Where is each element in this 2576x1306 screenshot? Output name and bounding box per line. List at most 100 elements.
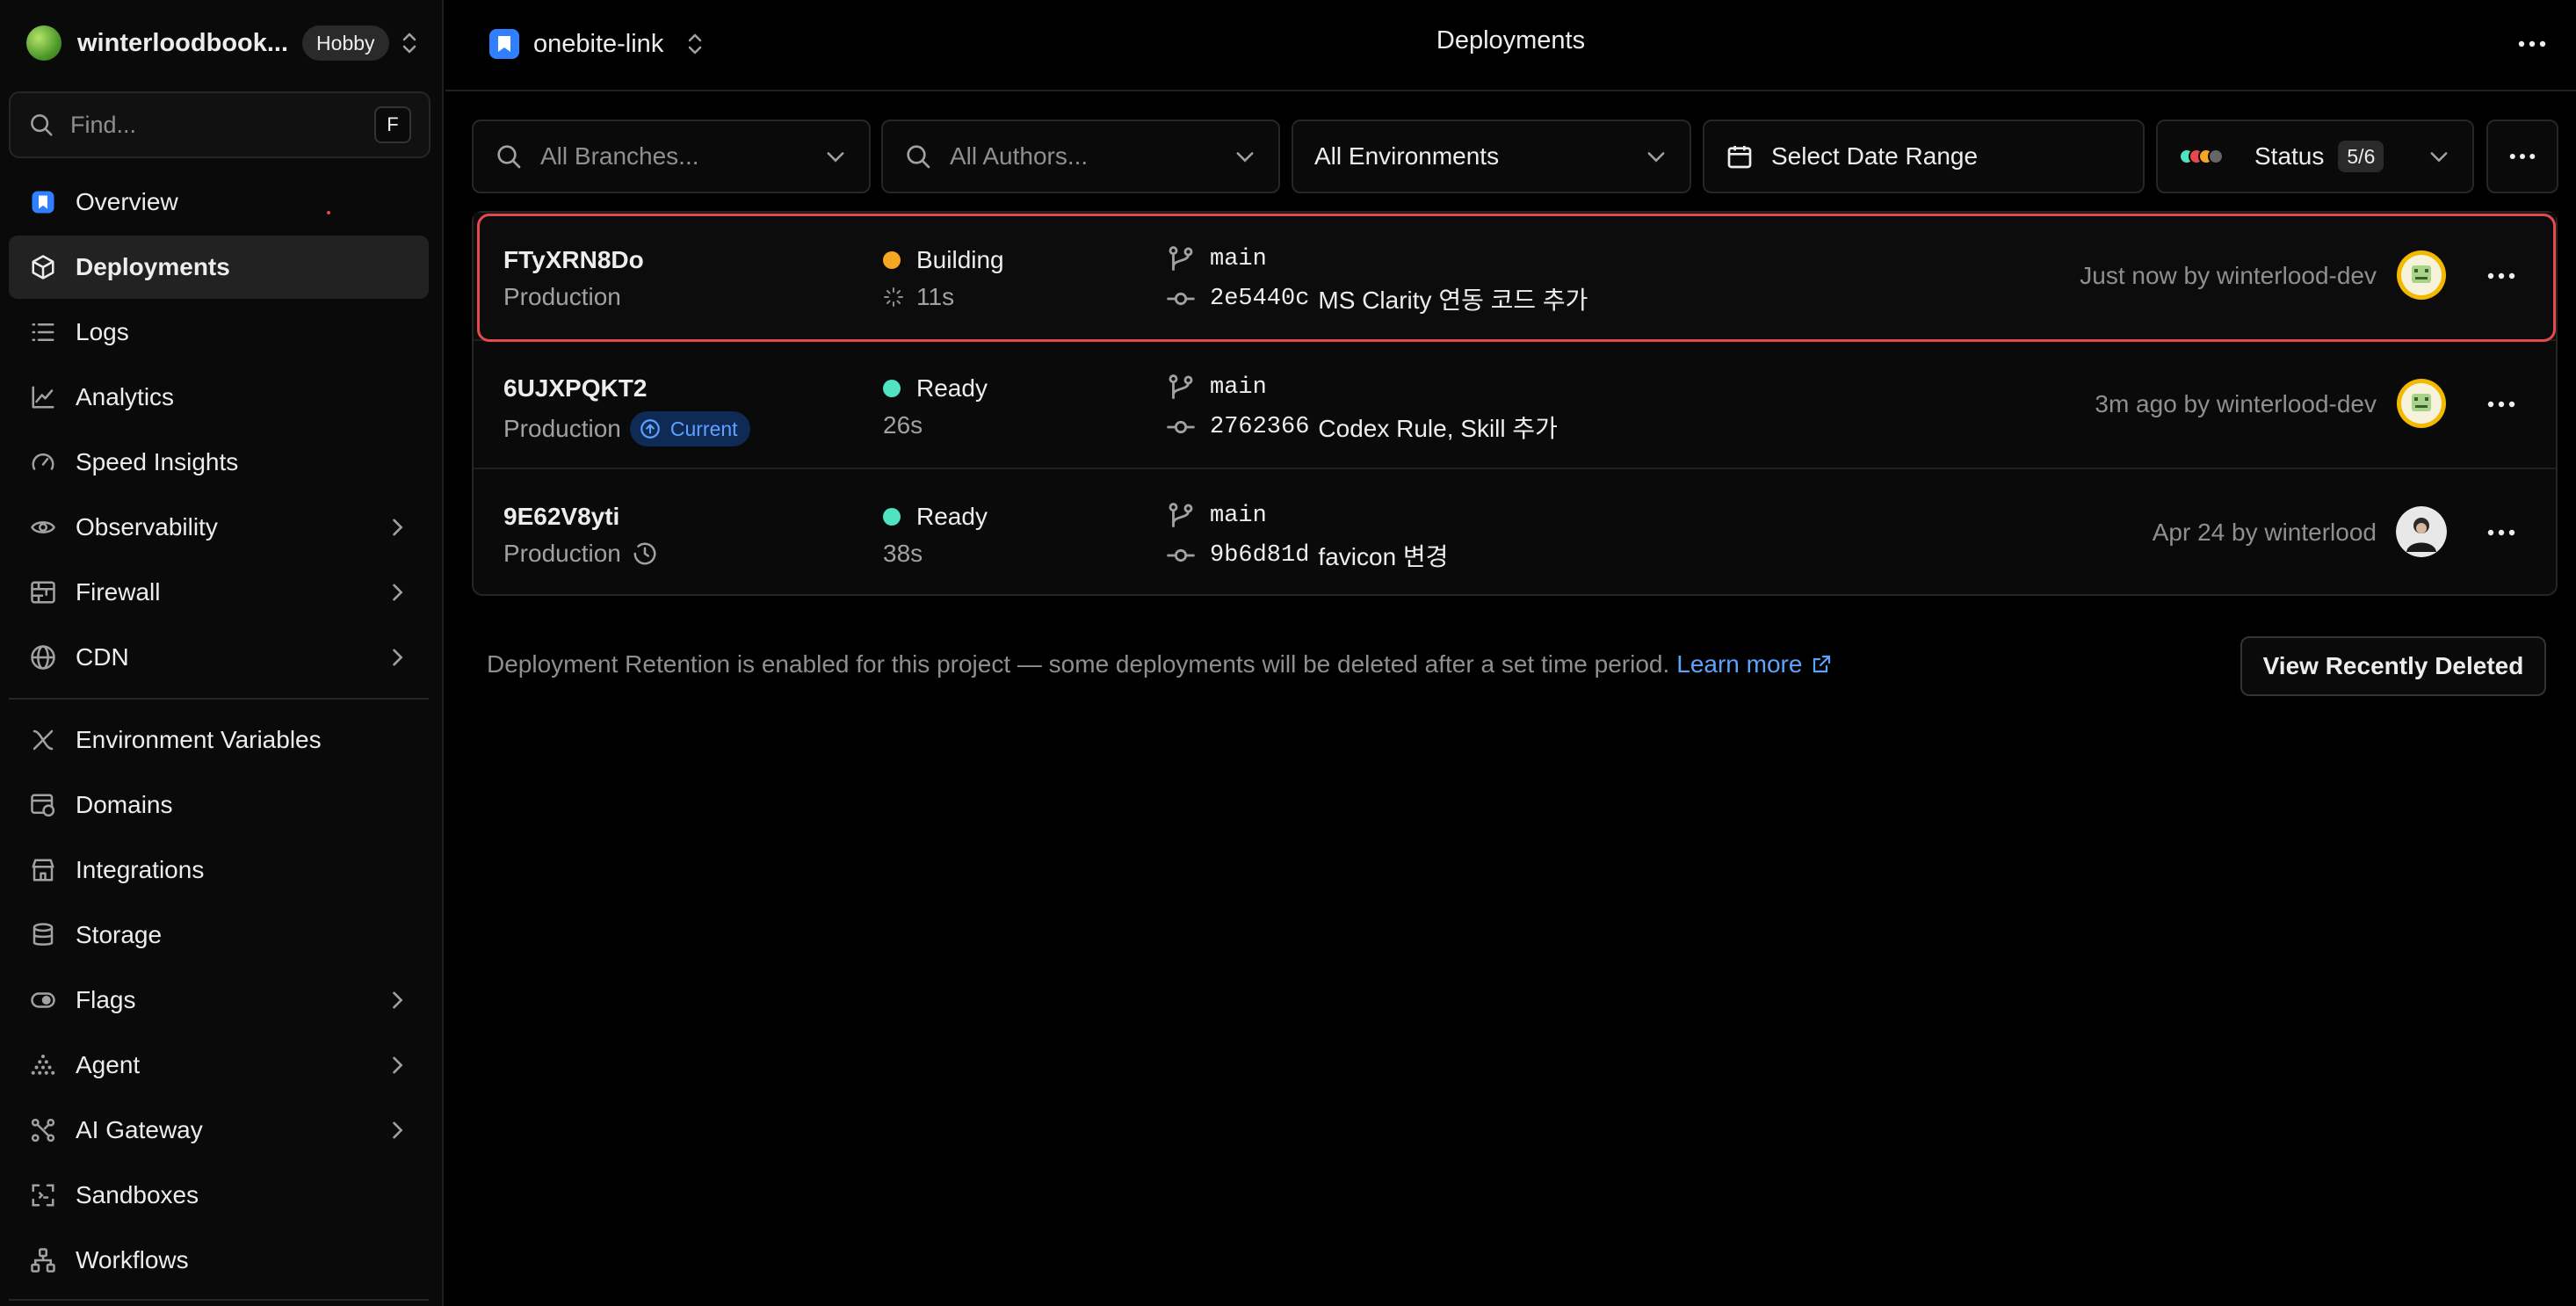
deployment-duration: 26s [883, 411, 923, 439]
sidebar-item-observability[interactable]: Observability [9, 496, 429, 559]
deployment-status: Ready [883, 374, 988, 403]
deployment-meta: Apr 24 by winterlood [2152, 519, 2377, 546]
sidebar-item-label: Logs [76, 318, 129, 345]
deployment-row[interactable]: FTyXRN8Do Production Building 11s main 2… [474, 213, 2556, 339]
sidebar-item-workflows[interactable]: Workflows [9, 1229, 429, 1292]
deployment-status: Ready [883, 503, 988, 531]
git-branch-icon [1166, 373, 1196, 403]
sidebar-item-label: Sandboxes [76, 1181, 199, 1208]
sidebar-item-deployments[interactable]: Deployments [9, 236, 429, 299]
sidebar-item-cdn[interactable]: CDN [9, 626, 429, 689]
filter-more-button[interactable] [2486, 120, 2558, 193]
status-label: Ready [916, 503, 988, 530]
deployment-branch[interactable]: main [1166, 373, 1267, 403]
duration-value: 26s [883, 411, 923, 439]
deployment-id[interactable]: 6UJXPQKT2 [503, 374, 647, 403]
sidebar-item-agent[interactable]: Agent [9, 1034, 429, 1097]
chevron-down-icon [1644, 144, 1668, 169]
sidebar-item-storage[interactable]: Storage [9, 903, 429, 967]
team-name: winterloodbook... [77, 28, 289, 57]
retention-clock-icon [632, 541, 658, 567]
avatar[interactable] [2396, 250, 2447, 301]
branch-filter[interactable]: All Branches... [472, 120, 871, 193]
status-dot [883, 380, 901, 397]
store-icon [28, 855, 58, 885]
more-options-icon [2509, 153, 2536, 160]
deployment-row[interactable]: 9E62V8yti Production Ready 38s main 9b6d… [474, 469, 2556, 596]
sidebar-divider [9, 1299, 429, 1301]
sidebar-item-firewall[interactable]: Firewall [9, 561, 429, 624]
deployment-duration: 11s [883, 283, 954, 311]
sidebar-item-label: AI Gateway [76, 1116, 203, 1143]
spinner-icon [883, 287, 904, 308]
commit-sha: 2e5440c [1210, 286, 1310, 312]
globe-icon [28, 642, 58, 672]
avatar[interactable] [2396, 506, 2447, 557]
git-branch-icon [1166, 244, 1196, 274]
branch-name: main [1210, 246, 1267, 272]
commit-sha: 9b6d81d [1210, 542, 1310, 569]
sidebar-item-integrations[interactable]: Integrations [9, 838, 429, 902]
date-range-filter[interactable]: Select Date Range [1703, 120, 2145, 193]
view-recently-deleted-button[interactable]: View Recently Deleted [2240, 636, 2546, 696]
external-link-icon [1802, 654, 1832, 675]
sidebar-item-logs[interactable]: Logs [9, 301, 429, 364]
learn-more-label: Learn more [1676, 650, 1803, 678]
environment-filter[interactable]: All Environments [1292, 120, 1691, 193]
chevron-down-icon [1233, 144, 1257, 169]
eye-icon [28, 512, 58, 542]
chevron-down-icon [823, 144, 848, 169]
sidebar-item-label: Flags [76, 986, 136, 1013]
sidebar-item-ai-gateway[interactable]: AI Gateway [9, 1099, 429, 1162]
team-switcher[interactable]: winterloodbook... Hobby [26, 23, 422, 63]
chevron-up-down-icon[interactable] [397, 25, 422, 61]
sidebar-item-label: Firewall [76, 578, 161, 606]
deployment-commit[interactable]: 2762366 Codex Rule, Skill 추가 [1166, 410, 1558, 445]
deployment-branch[interactable]: main [1166, 501, 1267, 531]
list-icon [28, 317, 58, 347]
gateway-icon [28, 1115, 58, 1145]
deployment-commit[interactable]: 9b6d81d favicon 변경 [1166, 538, 1448, 573]
sidebar-item-label: Speed Insights [76, 448, 239, 475]
sidebar-item-flags[interactable]: Flags [9, 969, 429, 1032]
sidebar-item-label: Analytics [76, 383, 175, 410]
deployment-id[interactable]: FTyXRN8Do [503, 246, 644, 274]
sidebar-item-domains[interactable]: Domains [9, 773, 429, 837]
sidebar-item-overview[interactable]: Overview [9, 171, 429, 234]
database-icon [28, 920, 58, 950]
retention-notice: Deployment Retention is enabled for this… [487, 650, 1832, 678]
more-options-icon[interactable] [2482, 258, 2521, 294]
sidebar-item-environment-variables[interactable]: Environment Variables [9, 708, 429, 772]
git-commit-icon [1166, 412, 1196, 442]
more-options-icon[interactable] [2482, 387, 2521, 422]
sidebar-item-sandboxes[interactable]: Sandboxes [9, 1164, 429, 1227]
search-icon [28, 112, 54, 138]
commit-sha: 2762366 [1210, 414, 1310, 440]
toggle-icon [28, 985, 58, 1015]
avatar[interactable] [2396, 378, 2447, 429]
project-icon [489, 29, 519, 59]
project-switcher[interactable]: onebite-link [489, 26, 704, 62]
chevron-up-down-icon[interactable] [686, 31, 704, 57]
sidebar-item-label: Overview [76, 188, 178, 215]
author-filter[interactable]: All Authors... [881, 120, 1280, 193]
deployment-branch[interactable]: main [1166, 244, 1267, 274]
status-dot [883, 508, 901, 526]
deployment-id[interactable]: 9E62V8yti [503, 503, 619, 531]
gauge-icon [28, 447, 58, 477]
agent-icon [28, 1050, 58, 1080]
more-options-icon[interactable] [2513, 26, 2551, 62]
deployment-row[interactable]: 6UJXPQKT2 Production Current Ready 26s m… [474, 341, 2556, 468]
status-count-badge: 5/6 [2338, 141, 2384, 172]
deployment-commit[interactable]: 2e5440c MS Clarity 연동 코드 추가 [1166, 281, 1588, 316]
commit-message: favicon 변경 [1318, 543, 1449, 570]
learn-more-link[interactable]: Learn more [1676, 650, 1832, 678]
page-title: Deployments [1436, 26, 1586, 54]
sidebar-item-analytics[interactable]: Analytics [9, 366, 429, 429]
status-filter[interactable]: Status 5/6 [2156, 120, 2474, 193]
find-input[interactable]: Find... F [9, 91, 431, 158]
status-dot [883, 251, 901, 269]
sidebar-item-speed-insights[interactable]: Speed Insights [9, 431, 429, 494]
more-options-icon[interactable] [2482, 515, 2521, 550]
sidebar-item-label: Environment Variables [76, 726, 322, 753]
